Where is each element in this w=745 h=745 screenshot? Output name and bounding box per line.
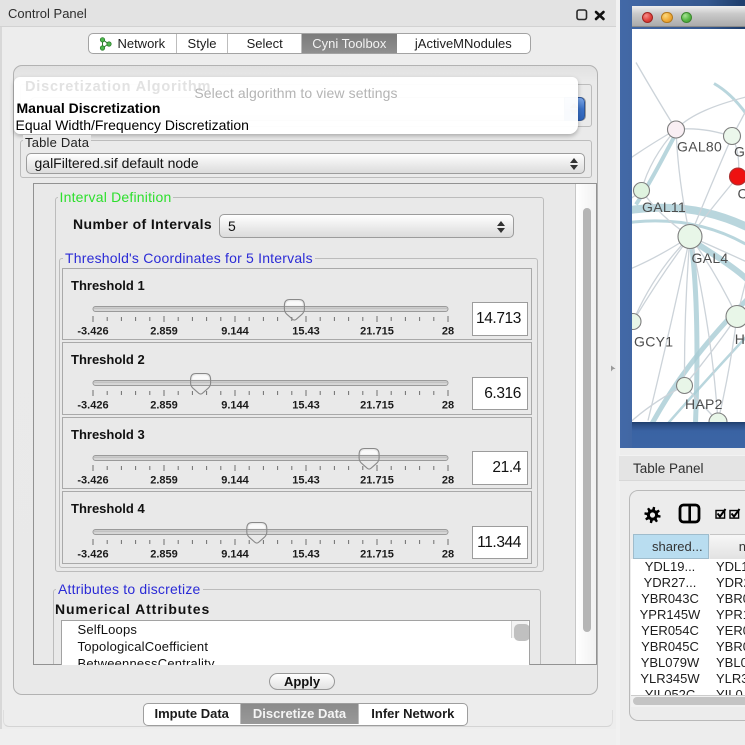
svg-text:21.715: 21.715 [360, 325, 394, 337]
svg-text:2.859: 2.859 [150, 474, 178, 486]
svg-text:28: 28 [442, 549, 454, 561]
svg-text:21.715: 21.715 [360, 549, 394, 561]
svg-text:9.144: 9.144 [221, 549, 249, 561]
svg-text:HA: HA [735, 331, 745, 347]
svg-text:2.859: 2.859 [150, 549, 178, 561]
svg-text:-3.426: -3.426 [77, 325, 108, 337]
svg-text:-3.426: -3.426 [77, 400, 108, 412]
svg-text:21.715: 21.715 [360, 400, 394, 412]
svg-text:28: 28 [442, 474, 454, 486]
svg-text:28: 28 [442, 325, 454, 337]
svg-text:9.144: 9.144 [221, 474, 249, 486]
svg-text:2.859: 2.859 [150, 400, 178, 412]
svg-text:15.43: 15.43 [292, 325, 320, 337]
svg-text:15.43: 15.43 [292, 400, 320, 412]
svg-text:GAL80: GAL80 [677, 138, 722, 154]
svg-text:15.43: 15.43 [292, 549, 320, 561]
svg-text:9.144: 9.144 [221, 400, 249, 412]
svg-text:9.144: 9.144 [221, 325, 249, 337]
svg-text:GCY1: GCY1 [634, 333, 673, 349]
svg-text:HAP2: HAP2 [685, 396, 723, 412]
svg-text:GAL11: GAL11 [642, 199, 686, 215]
svg-text:-3.426: -3.426 [77, 549, 108, 561]
svg-text:GA: GA [734, 143, 745, 159]
svg-text:GAL4: GAL4 [692, 250, 729, 266]
svg-text:CY: CY [738, 185, 745, 201]
svg-text:-3.426: -3.426 [77, 474, 108, 486]
svg-text:15.43: 15.43 [292, 474, 320, 486]
svg-text:28: 28 [442, 400, 454, 412]
svg-text:2.859: 2.859 [150, 325, 178, 337]
svg-text:21.715: 21.715 [360, 474, 394, 486]
